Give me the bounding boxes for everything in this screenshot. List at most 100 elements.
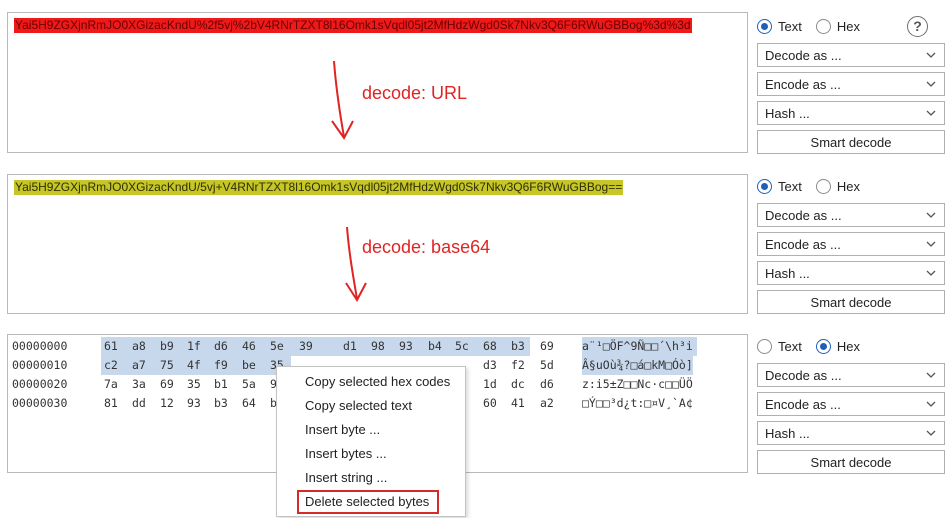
smart-decode-button[interactable]: Smart decode bbox=[757, 450, 945, 474]
encode-as-label: Encode as ... bbox=[765, 76, 841, 92]
hex-byte[interactable]: 61 bbox=[104, 337, 126, 356]
hex-byte[interactable]: d6 bbox=[214, 337, 236, 356]
menu-item-insert-bytes[interactable]: Insert bytes ... bbox=[277, 442, 465, 466]
menu-item-copy-selected-text[interactable]: Copy selected text bbox=[277, 394, 465, 418]
hex-radio[interactable] bbox=[815, 18, 831, 34]
hex-ascii[interactable]: □Ý□□³d¿t:□¤V¸`A¢ bbox=[582, 394, 693, 413]
decode-as-label: Decode as ... bbox=[765, 207, 842, 223]
hex-radio[interactable] bbox=[815, 338, 831, 354]
hex-byte[interactable]: 46 bbox=[242, 337, 264, 356]
help-icon[interactable]: ? bbox=[906, 15, 928, 37]
hex-radio[interactable] bbox=[815, 178, 831, 194]
menu-item-delete-selected-bytes[interactable]: Delete selected bytes bbox=[297, 490, 439, 514]
hex-byte[interactable]: 5c bbox=[455, 337, 477, 356]
hex-byte[interactable]: 35 bbox=[187, 375, 209, 394]
chevron-down-icon bbox=[926, 372, 936, 378]
hex-byte[interactable]: d3 bbox=[483, 356, 505, 375]
hex-byte[interactable]: 1f bbox=[187, 337, 209, 356]
text-radio[interactable] bbox=[757, 338, 772, 354]
hash-select[interactable]: Hash ... bbox=[757, 101, 945, 125]
decode-as-select[interactable]: Decode as ... bbox=[757, 203, 945, 227]
hex-byte[interactable]: 3a bbox=[132, 375, 154, 394]
hex-byte[interactable]: f2 bbox=[511, 356, 533, 375]
encode-as-select[interactable]: Encode as ... bbox=[757, 392, 945, 416]
input-panel-2[interactable]: Yai5H9ZGXjnRmJO0XGizacKndU/5vj+V4RNrTZXT… bbox=[7, 174, 748, 314]
url-encoded-text[interactable]: Yai5H9ZGXjnRmJO0XGizacKndU%2f5vj%2bV4RNr… bbox=[14, 18, 692, 33]
hex-radio-option[interactable]: Hex bbox=[815, 178, 860, 194]
decode-as-select[interactable]: Decode as ... bbox=[757, 43, 945, 67]
hex-byte[interactable]: c2 bbox=[104, 356, 126, 375]
hex-byte[interactable]: 12 bbox=[160, 394, 182, 413]
text-radio-option[interactable]: Text bbox=[757, 178, 802, 194]
hex-offset: 00000010 bbox=[12, 358, 68, 372]
hex-byte[interactable]: b3 bbox=[214, 394, 236, 413]
hex-byte[interactable]: dc bbox=[511, 375, 533, 394]
hex-byte[interactable]: 5d bbox=[540, 356, 562, 375]
menu-item-insert-byte[interactable]: Insert byte ... bbox=[277, 418, 465, 442]
hex-byte[interactable]: 64 bbox=[242, 394, 264, 413]
chevron-down-icon bbox=[926, 241, 936, 247]
decode-as-label: Decode as ... bbox=[765, 367, 842, 383]
hex-ascii[interactable]: z:i5±Z□□Nc·c□□ÜÖ bbox=[582, 375, 693, 394]
decode-as-select[interactable]: Decode as ... bbox=[757, 363, 945, 387]
hex-byte[interactable]: 75 bbox=[160, 356, 182, 375]
hash-select[interactable]: Hash ... bbox=[757, 261, 945, 285]
hash-select[interactable]: Hash ... bbox=[757, 421, 945, 445]
hash-label: Hash ... bbox=[765, 265, 810, 281]
controls-panel-1: Text Hex ? Decode as ... Encode as ... H… bbox=[757, 14, 945, 154]
annotation-decode-url: decode: URL bbox=[362, 83, 468, 103]
hex-byte[interactable]: 93 bbox=[399, 337, 421, 356]
controls-panel-3: Text Hex Decode as ... Encode as ... Has… bbox=[757, 334, 945, 474]
hex-byte[interactable]: 1d bbox=[483, 375, 505, 394]
hex-byte[interactable]: 69 bbox=[160, 375, 182, 394]
hex-byte[interactable]: be bbox=[242, 356, 264, 375]
hex-byte[interactable]: a8 bbox=[132, 337, 154, 356]
hex-byte[interactable]: 5e bbox=[270, 337, 292, 356]
hex-offset: 00000030 bbox=[12, 396, 68, 410]
hex-byte[interactable]: a7 bbox=[132, 356, 154, 375]
text-radio-option[interactable]: Text bbox=[757, 18, 802, 34]
menu-item-insert-string[interactable]: Insert string ... bbox=[277, 466, 465, 490]
text-radio[interactable] bbox=[757, 18, 772, 34]
hex-byte[interactable]: dd bbox=[132, 394, 154, 413]
hex-byte[interactable]: 81 bbox=[104, 394, 126, 413]
input-panel-1[interactable]: Yai5H9ZGXjnRmJO0XGizacKndU%2f5vj%2bV4RNr… bbox=[7, 12, 748, 153]
hex-byte[interactable]: a2 bbox=[540, 394, 562, 413]
text-radio[interactable] bbox=[757, 178, 772, 194]
chevron-down-icon bbox=[926, 401, 936, 407]
hex-byte[interactable]: 93 bbox=[187, 394, 209, 413]
hex-byte[interactable]: 60 bbox=[483, 394, 505, 413]
hex-byte[interactable]: 41 bbox=[511, 394, 533, 413]
hex-radio-label: Hex bbox=[836, 338, 860, 354]
encode-as-select[interactable]: Encode as ... bbox=[757, 72, 945, 96]
chevron-down-icon bbox=[926, 52, 936, 58]
smart-decode-button[interactable]: Smart decode bbox=[757, 130, 945, 154]
hex-radio-option[interactable]: Hex bbox=[815, 338, 860, 354]
hex-byte[interactable]: b4 bbox=[428, 337, 450, 356]
base64-text[interactable]: Yai5H9ZGXjnRmJO0XGizacKndU/5vj+V4RNrTZXT… bbox=[14, 180, 624, 195]
encode-as-label: Encode as ... bbox=[765, 236, 841, 252]
smart-decode-button[interactable]: Smart decode bbox=[757, 290, 945, 314]
text-radio-label: Text bbox=[778, 338, 802, 354]
hex-byte[interactable]: 4f bbox=[187, 356, 209, 375]
menu-item-copy-selected-hex-codes[interactable]: Copy selected hex codes bbox=[277, 370, 465, 394]
hex-byte[interactable]: 68 bbox=[483, 337, 505, 356]
hex-byte[interactable]: b3 bbox=[511, 337, 533, 356]
hex-ascii[interactable]: Â§uOù¾?□á□kM□Óò] bbox=[582, 356, 693, 375]
hex-byte[interactable]: 39 bbox=[299, 337, 321, 356]
hex-byte[interactable]: b9 bbox=[160, 337, 182, 356]
hex-byte[interactable]: 98 bbox=[371, 337, 393, 356]
hex-radio-label: Hex bbox=[836, 178, 860, 194]
encode-as-label: Encode as ... bbox=[765, 396, 841, 412]
hex-radio-option[interactable]: Hex bbox=[815, 18, 860, 34]
hex-byte[interactable]: f9 bbox=[214, 356, 236, 375]
encode-as-select[interactable]: Encode as ... bbox=[757, 232, 945, 256]
hex-byte[interactable]: 5a bbox=[242, 375, 264, 394]
hex-byte[interactable]: d6 bbox=[540, 375, 562, 394]
hex-byte[interactable]: d1 bbox=[343, 337, 365, 356]
hex-byte[interactable]: 7a bbox=[104, 375, 126, 394]
hex-byte[interactable]: 69 bbox=[540, 337, 562, 356]
hex-byte[interactable]: b1 bbox=[214, 375, 236, 394]
text-radio-option[interactable]: Text bbox=[757, 338, 802, 354]
hex-ascii[interactable]: a¨¹□ÖF^9Ñ□□´\h³i bbox=[582, 337, 697, 356]
